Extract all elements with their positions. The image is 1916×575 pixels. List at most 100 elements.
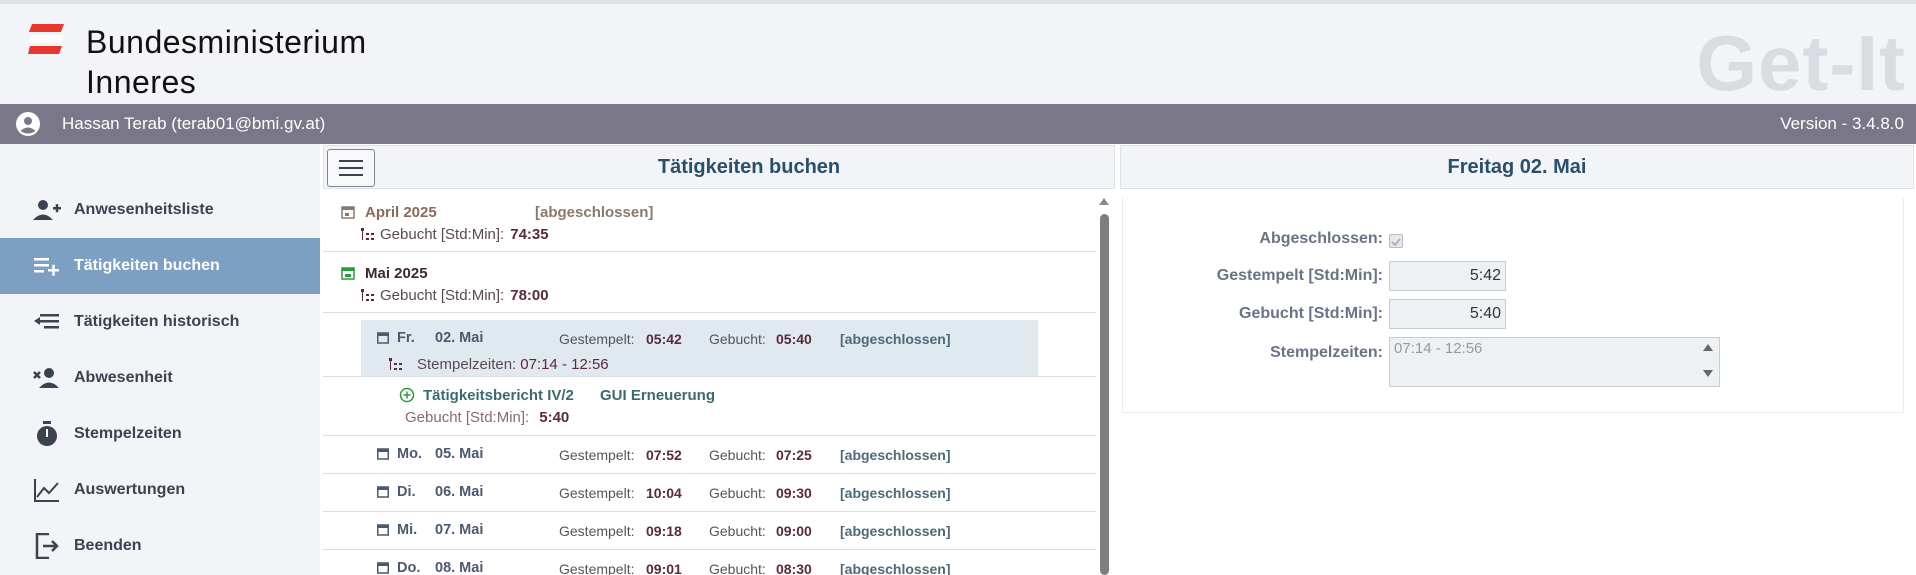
day-date: 08. Mai	[435, 560, 484, 575]
stamp-times-label: Stempelzeiten:	[1270, 344, 1383, 361]
add-circle-icon[interactable]	[399, 387, 415, 403]
month-title: April 2025	[365, 204, 437, 221]
sidebar-item-beenden[interactable]: Beenden	[0, 518, 320, 574]
day-row[interactable]: Di. 06. Mai Gestempelt: 10:04 Gebucht: 0…	[323, 474, 1096, 512]
sidebar: Anwesenheitsliste Tätigkeiten buchen Tät…	[0, 144, 320, 575]
scrollbar-thumb[interactable]	[1100, 214, 1109, 575]
stamp-times: Stempelzeiten: 07:14 - 12:56	[417, 356, 609, 373]
app-header: Bundesministerium Inneres Get-It	[0, 0, 1916, 107]
stamped-field[interactable]: 5:42	[1389, 261, 1506, 291]
day-status: [abgeschlossen]	[840, 485, 951, 501]
chart-line-icon	[32, 475, 62, 505]
hamburger-menu-button[interactable]	[327, 149, 375, 187]
tree-icon	[361, 289, 374, 301]
day-date: 07. Mai	[435, 522, 484, 538]
day-weekday: Do.	[397, 560, 421, 575]
day-status: [abgeschlossen]	[840, 561, 951, 575]
sidebar-item-taetigkeiten-historisch[interactable]: Tätigkeiten historisch	[0, 294, 320, 350]
day-row[interactable]: Mi. 07. Mai Gestempelt: 09:18 Gebucht: 0…	[323, 512, 1096, 550]
sidebar-item-label: Beenden	[74, 537, 142, 554]
task-row[interactable]: Tätigkeitsbericht IV/2 GUI Erneuerung Ge…	[323, 376, 1096, 436]
day-row[interactable]: Do. 08. Mai Gestempelt: 09:01 Gebucht: 0…	[323, 550, 1096, 575]
logout-icon	[32, 531, 62, 561]
tree-icon	[361, 228, 374, 240]
booked-value: 78:00	[510, 287, 549, 304]
day-row-selected[interactable]: Fr. 02. Mai Gestempelt: 05:42 Gebucht: 0…	[361, 320, 1038, 377]
stamped-value: 10:04	[646, 485, 682, 501]
task-booked: Gebucht [Std:Min]: 5:40	[405, 409, 569, 426]
page-title: Tätigkeiten buchen	[657, 156, 841, 178]
calendar-day-icon	[377, 486, 389, 498]
calendar-icon	[341, 206, 355, 219]
sidebar-item-label: Abwesenheit	[74, 369, 173, 386]
calendar-day-icon	[377, 332, 389, 344]
closed-label: Abgeschlossen:	[1259, 230, 1383, 247]
stamped-label: Gestempelt:	[559, 523, 635, 539]
scroll-up-arrow[interactable]	[1099, 198, 1109, 205]
sidebar-item-auswertungen[interactable]: Auswertungen	[0, 462, 320, 518]
calendar-day-icon	[377, 562, 389, 574]
scroll-up-arrow[interactable]	[1703, 344, 1713, 351]
month-row-mai[interactable]: Mai 2025 Gebucht [Std:Min]: 78:00	[323, 253, 1096, 313]
tree-icon	[389, 358, 402, 370]
org-name-line2: Inneres	[86, 64, 197, 100]
day-row-header: Fr. 02. Mai Gestempelt: 05:42 Gebucht: 0…	[323, 320, 1038, 358]
calendar-day-icon	[377, 448, 389, 460]
day-date: 02. Mai	[435, 330, 484, 346]
app-brand: Get-It	[1696, 19, 1906, 107]
day-status: [abgeschlossen]	[840, 447, 951, 463]
task-name: Tätigkeitsbericht IV/2	[423, 387, 574, 404]
booked-label: Gebucht:	[709, 523, 766, 539]
booked-value: 5:40	[539, 409, 570, 426]
day-row[interactable]: Mo. 05. Mai Gestempelt: 07:52 Gebucht: 0…	[323, 436, 1096, 474]
stamped-value: 05:42	[646, 331, 682, 347]
list-scrollbar[interactable]	[1098, 198, 1110, 575]
stamped-value: 07:52	[646, 447, 682, 463]
day-weekday: Mi.	[397, 522, 418, 538]
month-booked: Gebucht [Std:Min]: 74:35	[380, 226, 549, 243]
scroll-down-arrow[interactable]	[1703, 370, 1713, 377]
sidebar-item-label: Tätigkeiten historisch	[74, 313, 240, 330]
stamped-label: Gestempelt:	[559, 485, 635, 501]
stamp-times-field[interactable]: 07:14 - 12:56	[1389, 337, 1720, 387]
booked-label: Gebucht [Std:Min]:	[380, 226, 505, 243]
sidebar-item-label: Auswertungen	[74, 481, 186, 498]
booked-value: 05:40	[776, 331, 812, 347]
booked-label: Gebucht [Std:Min]:	[1239, 305, 1383, 322]
stamped-value: 09:01	[646, 561, 682, 575]
user-remove-icon	[32, 363, 62, 393]
month-title: Mai 2025	[365, 265, 428, 282]
day-weekday: Fr.	[397, 330, 415, 346]
stamped-label: Gestempelt:	[559, 331, 635, 347]
sidebar-item-stempelzeiten[interactable]: Stempelzeiten	[0, 406, 320, 462]
list-history-icon	[32, 307, 62, 337]
stamp-times-value: 07:14 - 12:56	[1394, 340, 1483, 357]
day-date: 05. Mai	[435, 446, 484, 462]
stamp-times-label: Stempelzeiten:	[417, 356, 517, 373]
month-booked: Gebucht [Std:Min]: 78:00	[380, 287, 549, 304]
booked-label: Gebucht [Std:Min]:	[405, 409, 530, 426]
booked-label: Gebucht:	[709, 561, 766, 575]
user-bar: Hassan Terab (terab01@bmi.gv.at) Version…	[0, 104, 1916, 144]
details-title: Freitag 02. Mai	[1120, 145, 1914, 189]
org-name-line1: Bundesministerium	[86, 24, 367, 60]
calendar-open-icon	[341, 267, 355, 280]
closed-checkbox[interactable]	[1389, 234, 1403, 248]
day-weekday: Mo.	[397, 446, 422, 462]
booked-value: 09:30	[776, 485, 812, 501]
booked-value: 09:00	[776, 523, 812, 539]
austria-flag-logo	[28, 24, 64, 54]
month-row-april[interactable]: April 2025 [abgeschlossen] Gebucht [Std:…	[323, 192, 1096, 252]
booked-field[interactable]: 5:40	[1389, 299, 1506, 329]
stamped-label: Gestempelt:	[559, 447, 635, 463]
sidebar-item-anwesenheitsliste[interactable]: Anwesenheitsliste	[0, 182, 320, 238]
avatar-icon[interactable]	[16, 112, 40, 136]
booking-tree: April 2025 [abgeschlossen] Gebucht [Std:…	[323, 192, 1096, 575]
day-date: 06. Mai	[435, 484, 484, 500]
org-name: Bundesministerium Inneres	[86, 22, 367, 102]
user-name: Hassan Terab (terab01@bmi.gv.at)	[62, 114, 326, 133]
booked-label: Gebucht:	[709, 447, 766, 463]
sidebar-item-abwesenheit[interactable]: Abwesenheit	[0, 350, 320, 406]
stamp-times-value: 07:14 - 12:56	[520, 356, 609, 373]
sidebar-item-taetigkeiten-buchen[interactable]: Tätigkeiten buchen	[0, 238, 320, 294]
